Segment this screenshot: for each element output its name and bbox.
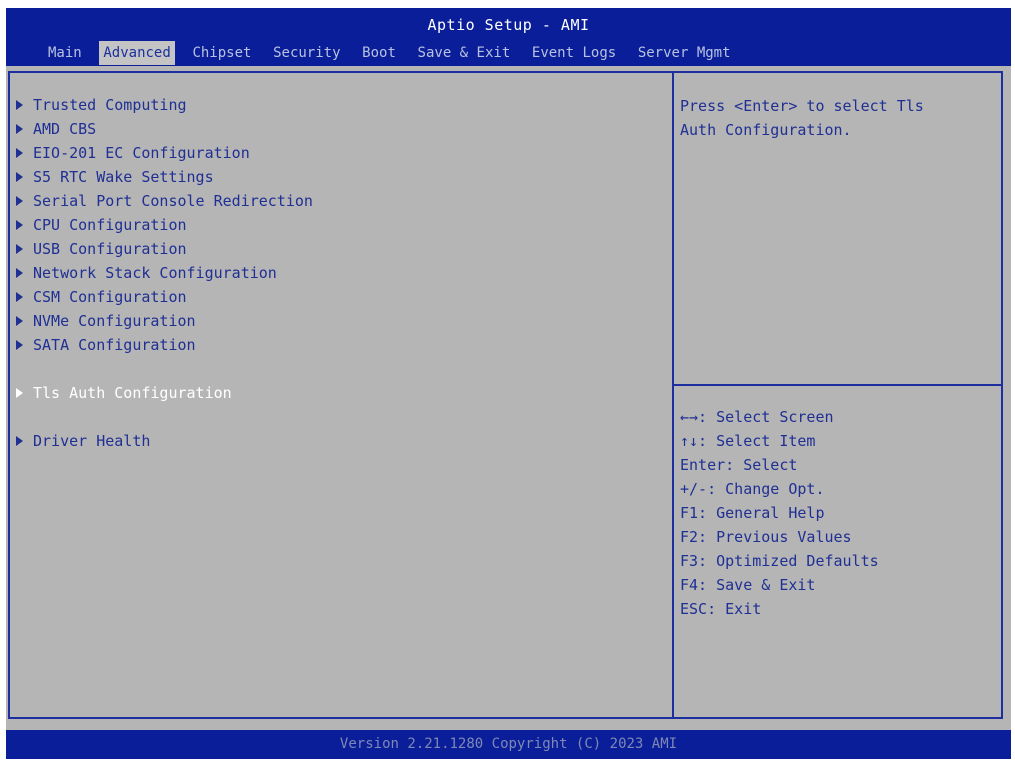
tab-server-mgmt[interactable]: Server Mgmt — [634, 41, 735, 65]
submenu-arrow-icon — [16, 100, 23, 110]
submenu-arrow-icon — [16, 316, 23, 326]
menu-item-label: NVMe Configuration — [33, 312, 196, 330]
submenu-arrow-icon — [16, 124, 23, 134]
menu-item-tls-auth-configuration[interactable]: Tls Auth Configuration — [16, 382, 232, 404]
menu-item-label: USB Configuration — [33, 240, 187, 258]
submenu-arrow-icon — [16, 148, 23, 158]
menu-item-label: CSM Configuration — [33, 288, 187, 306]
menu-item-serial-port-console-redirection[interactable]: Serial Port Console Redirection — [16, 190, 313, 212]
menu-item-label: EIO-201 EC Configuration — [33, 144, 250, 162]
vertical-divider — [672, 71, 674, 719]
tab-chipset[interactable]: Chipset — [188, 41, 255, 65]
menu-item-label: Driver Health — [33, 432, 151, 450]
tab-save-exit[interactable]: Save & Exit — [414, 41, 515, 65]
key-hint-optimized-defaults: F3: Optimized Defaults — [680, 552, 879, 570]
submenu-arrow-icon — [16, 292, 23, 302]
menu-item-label: Tls Auth Configuration — [33, 384, 232, 402]
menu-item-csm-configuration[interactable]: CSM Configuration — [16, 286, 187, 308]
key-hint-select-item: ↑↓: Select Item — [680, 432, 816, 450]
key-hint-enter-select: Enter: Select — [680, 456, 798, 474]
key-hint-change-opt: +/-: Change Opt. — [680, 480, 825, 498]
tab-advanced[interactable]: Advanced — [99, 41, 175, 65]
menu-item-label: AMD CBS — [33, 120, 97, 138]
tab-bar: Main Advanced Chipset Security Boot Save… — [44, 41, 739, 65]
menu-item-cpu-configuration[interactable]: CPU Configuration — [16, 214, 187, 236]
key-hint-exit: ESC: Exit — [680, 600, 762, 618]
help-text: Press <Enter> to select Tls Auth Configu… — [680, 97, 924, 139]
menu-item-label: Trusted Computing — [33, 96, 187, 114]
key-legend: ←→: Select Screen ↑↓: Select Item Enter:… — [680, 405, 1000, 621]
menu-item-driver-health[interactable]: Driver Health — [16, 430, 150, 452]
key-hint-select-screen: ←→: Select Screen — [680, 408, 834, 426]
key-hint-previous-values: F2: Previous Values — [680, 528, 852, 546]
submenu-arrow-icon — [16, 244, 23, 254]
menu-item-eio-ec-configuration[interactable]: EIO-201 EC Configuration — [16, 142, 250, 164]
tab-boot[interactable]: Boot — [358, 41, 400, 65]
tab-main[interactable]: Main — [44, 41, 86, 65]
version-footer: Version 2.21.1280 Copyright (C) 2023 AMI — [339, 736, 678, 752]
menu-item-trusted-computing[interactable]: Trusted Computing — [16, 94, 187, 116]
main-panel: Trusted Computing AMD CBS EIO-201 EC Con… — [6, 66, 1011, 730]
submenu-arrow-icon — [16, 268, 23, 278]
help-divider — [674, 384, 1003, 386]
menu-item-s5-rtc-wake-settings[interactable]: S5 RTC Wake Settings — [16, 166, 214, 188]
tab-event-logs[interactable]: Event Logs — [528, 41, 620, 65]
tab-security[interactable]: Security — [269, 41, 344, 65]
submenu-arrow-icon — [16, 172, 23, 182]
window-title: Aptio Setup - AMI — [427, 16, 590, 34]
submenu-arrow-icon — [16, 436, 23, 446]
menu-item-nvme-configuration[interactable]: NVMe Configuration — [16, 310, 196, 332]
menu-item-label: Network Stack Configuration — [33, 264, 277, 282]
submenu-arrow-icon — [16, 388, 23, 398]
submenu-arrow-icon — [16, 196, 23, 206]
submenu-arrow-icon — [16, 220, 23, 230]
menu-item-label: S5 RTC Wake Settings — [33, 168, 214, 186]
menu-item-sata-configuration[interactable]: SATA Configuration — [16, 334, 196, 356]
key-hint-general-help: F1: General Help — [680, 504, 825, 522]
menu-item-usb-configuration[interactable]: USB Configuration — [16, 238, 187, 260]
menu-item-label: Serial Port Console Redirection — [33, 192, 313, 210]
menu-item-label: CPU Configuration — [33, 216, 187, 234]
key-hint-save-exit: F4: Save & Exit — [680, 576, 816, 594]
submenu-arrow-icon — [16, 340, 23, 350]
menu-item-network-stack-configuration[interactable]: Network Stack Configuration — [16, 262, 277, 284]
bios-screen: Aptio Setup - AMI Main Advanced Chipset … — [6, 8, 1011, 759]
menu-item-amd-cbs[interactable]: AMD CBS — [16, 118, 96, 140]
menu-item-label: SATA Configuration — [33, 336, 196, 354]
